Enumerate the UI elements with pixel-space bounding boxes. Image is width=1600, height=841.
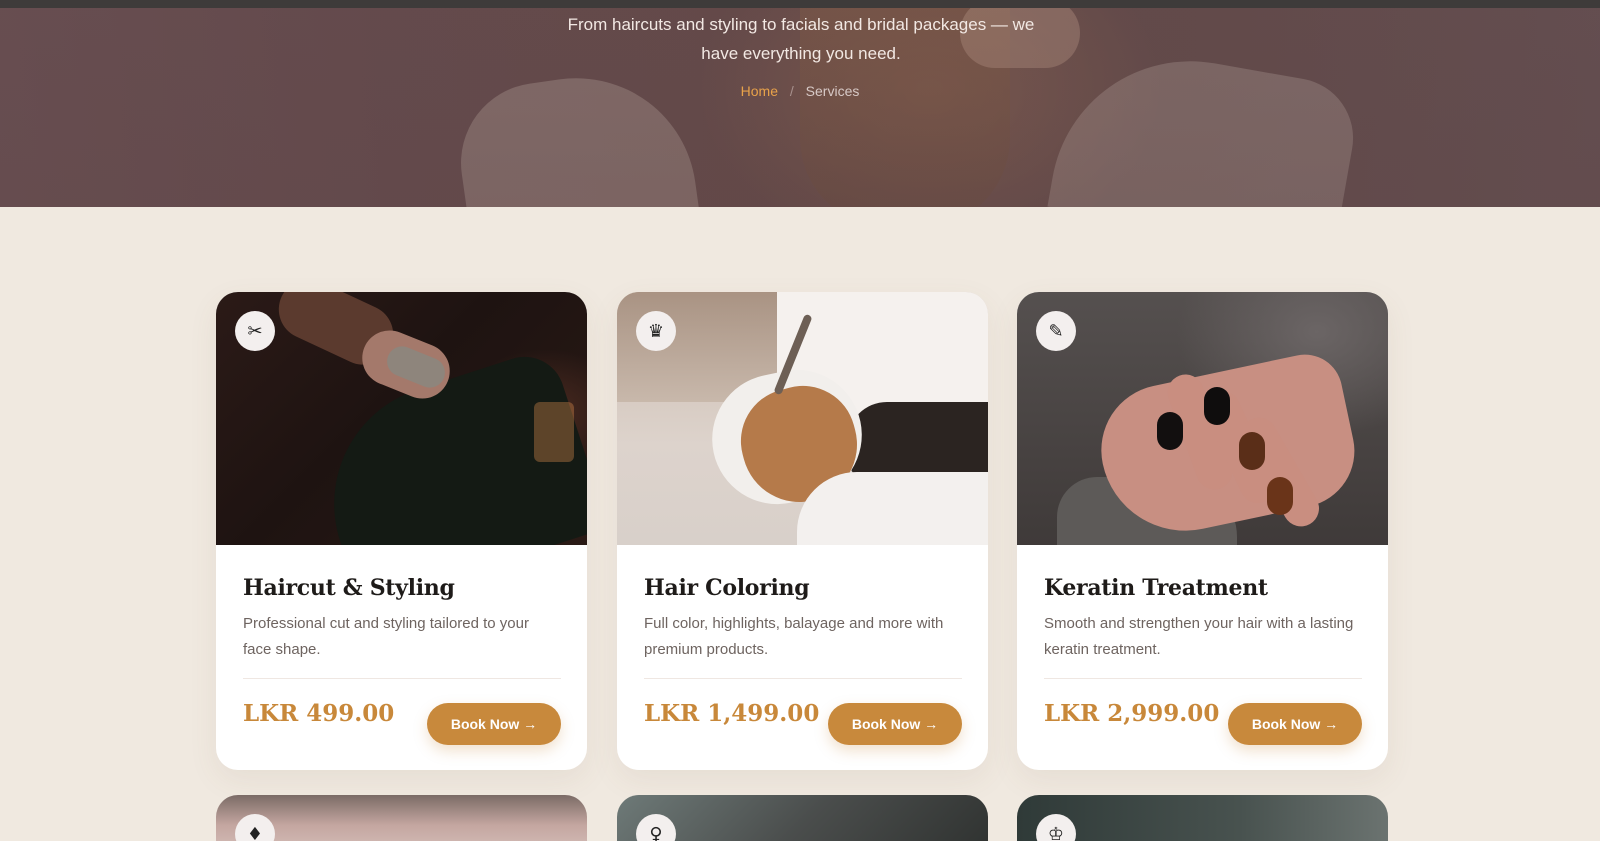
bride-icon: ♔ xyxy=(1036,814,1076,841)
book-now-button[interactable]: Book Now → xyxy=(427,703,561,745)
card-divider xyxy=(644,678,962,679)
card-divider xyxy=(1044,678,1362,679)
service-price: LKR 2,999.00 xyxy=(1044,700,1220,727)
lipstick-icon: ♦ xyxy=(235,814,275,841)
service-description: Smooth and strengthen your hair with a l… xyxy=(1044,615,1354,658)
service-card-haircut: ✂ Haircut & Styling Professional cut and… xyxy=(216,292,587,770)
breadcrumb: Home / Services xyxy=(0,83,1600,99)
service-price: LKR 499.00 xyxy=(243,700,395,727)
breadcrumb-current: Services xyxy=(805,83,860,99)
book-now-button[interactable]: Book Now → xyxy=(828,703,962,745)
hero-subtitle: From haircuts and styling to facials and… xyxy=(567,15,1035,63)
card-divider xyxy=(243,678,561,679)
service-card-preview: ♀ xyxy=(617,795,988,841)
service-title: Haircut & Styling xyxy=(243,575,455,601)
top-bar xyxy=(0,0,1600,8)
breadcrumb-separator: / xyxy=(789,83,794,99)
service-card-hair-coloring: ♛ Hair Coloring Full color, highlights, … xyxy=(617,292,988,770)
woman-hair-icon: ♛ xyxy=(636,311,676,351)
service-description: Full color, highlights, balayage and mor… xyxy=(644,615,944,658)
service-title: Hair Coloring xyxy=(644,575,810,601)
book-now-button[interactable]: Book Now → xyxy=(1228,703,1362,745)
service-price: LKR 1,499.00 xyxy=(644,700,820,727)
nail-polish-icon: ✎ xyxy=(1036,311,1076,351)
person-icon: ♀ xyxy=(636,814,676,841)
service-card-preview: ♔ xyxy=(1017,795,1388,841)
service-title: Keratin Treatment xyxy=(1044,575,1268,601)
service-description: Professional cut and styling tailored to… xyxy=(243,615,529,658)
page-hero: From haircuts and styling to facials and… xyxy=(0,8,1600,207)
service-card-keratin: ✎ Keratin Treatment Smooth and strengthe… xyxy=(1017,292,1388,770)
breadcrumb-home-link[interactable]: Home xyxy=(741,83,778,99)
scissors-icon: ✂ xyxy=(235,311,275,351)
service-card-preview: ♦ xyxy=(216,795,587,841)
